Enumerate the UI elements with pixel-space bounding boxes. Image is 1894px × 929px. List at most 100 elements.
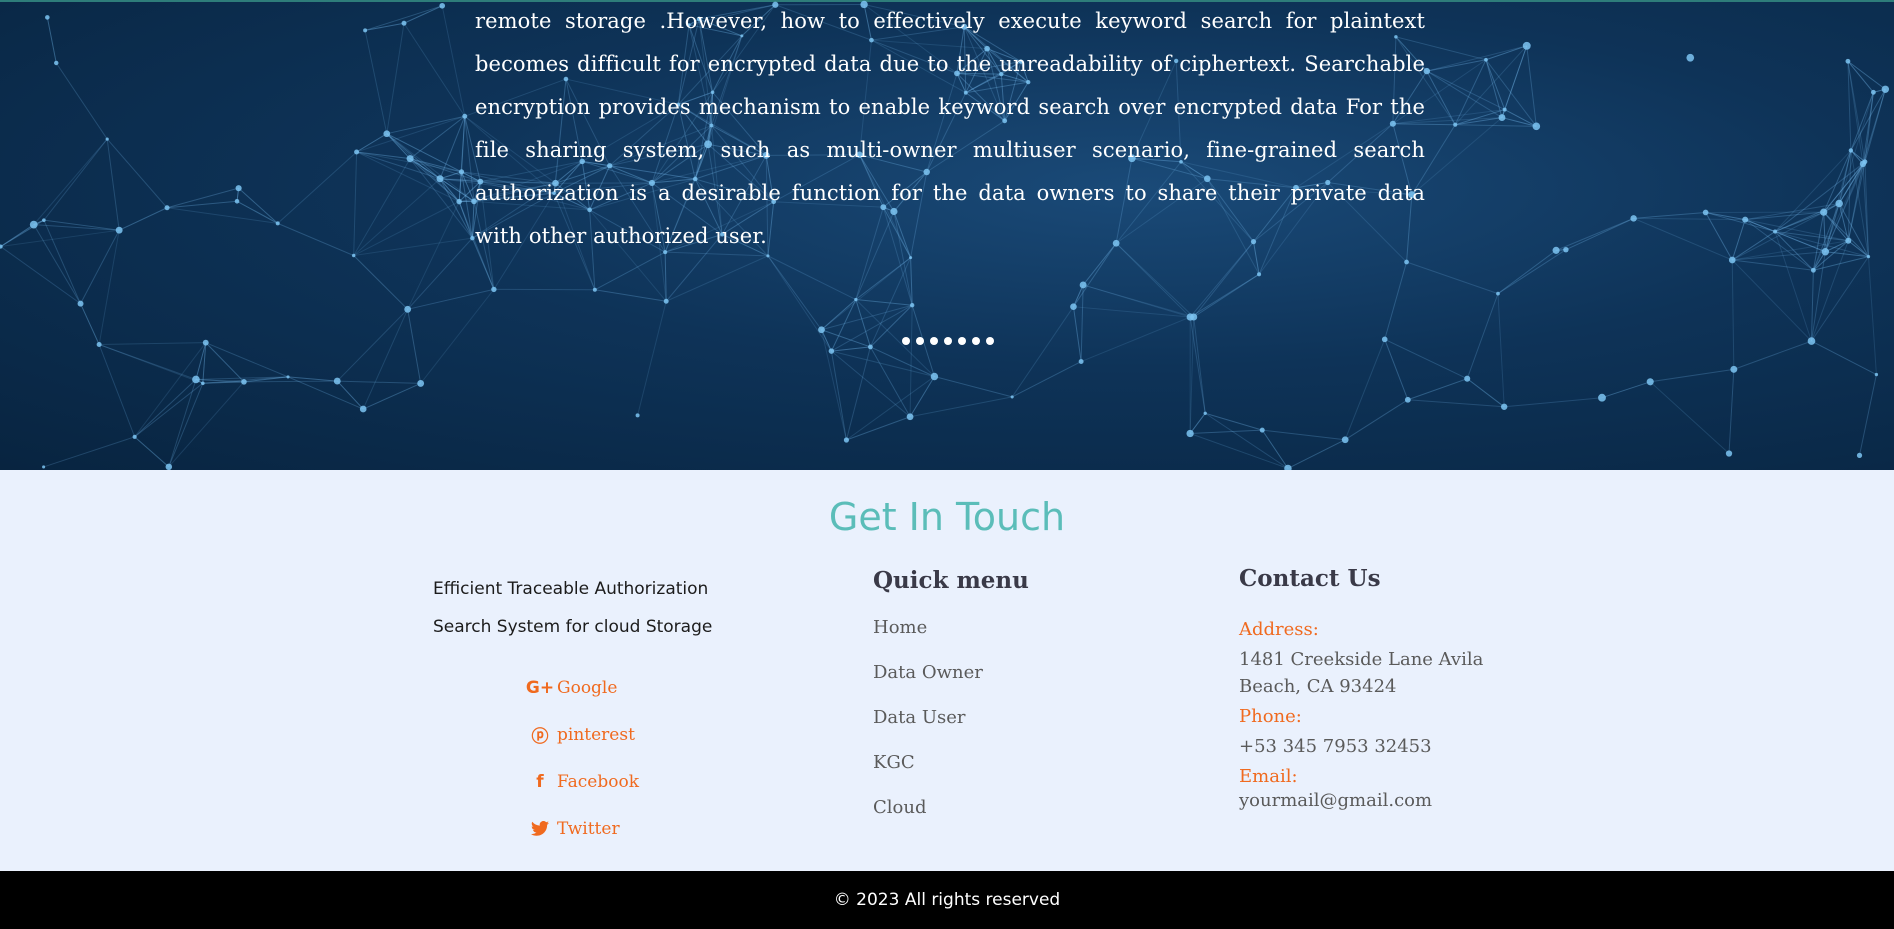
brand-column: Efficient Traceable Authorization Search… bbox=[433, 570, 753, 646]
network-node bbox=[592, 287, 597, 292]
network-node bbox=[436, 175, 444, 183]
network-node bbox=[1079, 281, 1087, 289]
social-link-google[interactable]: G+ Google bbox=[525, 664, 639, 711]
address-line-2: Beach, CA 93424 bbox=[1239, 676, 1397, 697]
carousel-dot-5[interactable] bbox=[958, 337, 966, 345]
menu-item-kgc[interactable]: KGC bbox=[873, 751, 1133, 796]
email-value[interactable]: yourmail@gmail.com bbox=[1239, 787, 1519, 814]
quick-menu: Home Data Owner Data User KGC Cloud bbox=[873, 616, 1133, 841]
network-node bbox=[1552, 246, 1560, 254]
network-node bbox=[286, 375, 290, 379]
carousel-dot-1[interactable] bbox=[902, 337, 910, 345]
network-node bbox=[1881, 85, 1890, 93]
network-node bbox=[96, 342, 102, 347]
network-node bbox=[828, 348, 835, 354]
network-node bbox=[1702, 209, 1709, 216]
network-node bbox=[333, 377, 341, 385]
carousel-dot-7[interactable] bbox=[986, 337, 994, 345]
quick-menu-heading: Quick menu bbox=[873, 567, 1029, 594]
network-node bbox=[165, 463, 173, 470]
network-node bbox=[1862, 159, 1868, 165]
network-node bbox=[1259, 427, 1265, 433]
email-label: Email: bbox=[1239, 766, 1298, 787]
social-link-twitter[interactable]: Twitter bbox=[529, 805, 639, 852]
phone-value: +53 345 7953 32453 bbox=[1239, 736, 1432, 757]
network-node bbox=[1773, 229, 1778, 234]
social-link-pinterest[interactable]: ⓟ pinterest bbox=[529, 711, 639, 758]
network-node bbox=[1496, 291, 1500, 296]
network-node bbox=[1498, 114, 1506, 122]
network-node bbox=[1284, 464, 1292, 470]
network-node bbox=[42, 218, 46, 222]
network-node bbox=[1464, 375, 1471, 382]
network-node bbox=[1078, 359, 1084, 365]
carousel-indicators[interactable] bbox=[902, 337, 994, 345]
carousel-dot-3[interactable] bbox=[930, 337, 938, 345]
contact-heading: Contact Us bbox=[1239, 565, 1381, 592]
network-node bbox=[1845, 58, 1851, 64]
pinterest-icon: ⓟ bbox=[531, 727, 549, 747]
network-node bbox=[1404, 396, 1411, 403]
menu-item-data-owner[interactable]: Data Owner bbox=[873, 661, 1133, 706]
network-node bbox=[1341, 436, 1349, 444]
facebook-icon: f bbox=[536, 771, 544, 792]
carousel-dot-2[interactable] bbox=[916, 337, 924, 345]
network-node bbox=[1810, 267, 1816, 273]
network-node bbox=[164, 205, 170, 211]
network-node bbox=[363, 28, 368, 33]
network-node bbox=[234, 199, 240, 204]
network-node bbox=[1848, 148, 1854, 153]
network-node bbox=[1598, 393, 1606, 402]
network-node bbox=[201, 381, 205, 386]
copyright-text: © 2023 All rights reserved bbox=[833, 890, 1061, 910]
network-node bbox=[383, 130, 391, 138]
menu-item-home[interactable]: Home bbox=[873, 616, 1133, 661]
social-link-facebook[interactable]: f Facebook bbox=[529, 758, 639, 805]
menu-item-data-user[interactable]: Data User bbox=[873, 706, 1133, 751]
network-node bbox=[351, 253, 356, 258]
network-node bbox=[1820, 208, 1828, 216]
network-node bbox=[1010, 395, 1014, 399]
network-node bbox=[54, 60, 59, 66]
network-node bbox=[1203, 411, 1207, 415]
network-node bbox=[132, 434, 137, 439]
network-node bbox=[1742, 216, 1749, 223]
network-node bbox=[202, 339, 209, 346]
network-node bbox=[1502, 107, 1507, 112]
network-node bbox=[241, 379, 247, 385]
hero-banner: remote storage .However, how to effectiv… bbox=[0, 0, 1894, 470]
quick-menu-column: Quick menu Home Data Owner Data User KGC… bbox=[873, 567, 1133, 841]
twitter-icon bbox=[529, 821, 551, 836]
network-node bbox=[42, 465, 46, 469]
network-node bbox=[1646, 378, 1654, 386]
network-node bbox=[401, 20, 407, 26]
address-line-1: 1481 Creekside Lane Avila bbox=[1239, 649, 1484, 670]
network-node bbox=[470, 235, 475, 241]
social-label: Twitter bbox=[557, 818, 620, 839]
network-node bbox=[1500, 403, 1508, 410]
network-node bbox=[1532, 122, 1541, 131]
carousel-dot-6[interactable] bbox=[972, 337, 980, 345]
social-links: G+ Google ⓟ pinterest f Facebook Twitter bbox=[525, 664, 639, 852]
network-node bbox=[1856, 452, 1863, 459]
brand-line-2: Search System for cloud Storage bbox=[433, 617, 713, 637]
network-node bbox=[417, 379, 425, 387]
google-plus-icon: G+ bbox=[525, 677, 555, 698]
social-label: Facebook bbox=[557, 771, 640, 792]
network-node bbox=[1404, 259, 1409, 265]
network-node bbox=[29, 220, 38, 229]
network-node bbox=[354, 149, 360, 155]
contact-column: Contact Us Address: 1481 Creekside Lane … bbox=[1239, 565, 1519, 814]
section-title: Get In Touch bbox=[828, 495, 1066, 539]
network-node bbox=[1630, 215, 1637, 222]
social-label: pinterest bbox=[557, 724, 635, 745]
social-label: Google bbox=[557, 677, 618, 698]
network-node bbox=[1835, 199, 1843, 208]
footer: © 2023 All rights reserved bbox=[0, 871, 1894, 929]
network-node bbox=[491, 286, 497, 293]
network-node bbox=[1563, 246, 1569, 253]
menu-item-cloud[interactable]: Cloud bbox=[873, 796, 1133, 841]
carousel-dot-4[interactable] bbox=[944, 337, 952, 345]
network-node bbox=[462, 113, 468, 119]
network-node bbox=[854, 297, 858, 302]
